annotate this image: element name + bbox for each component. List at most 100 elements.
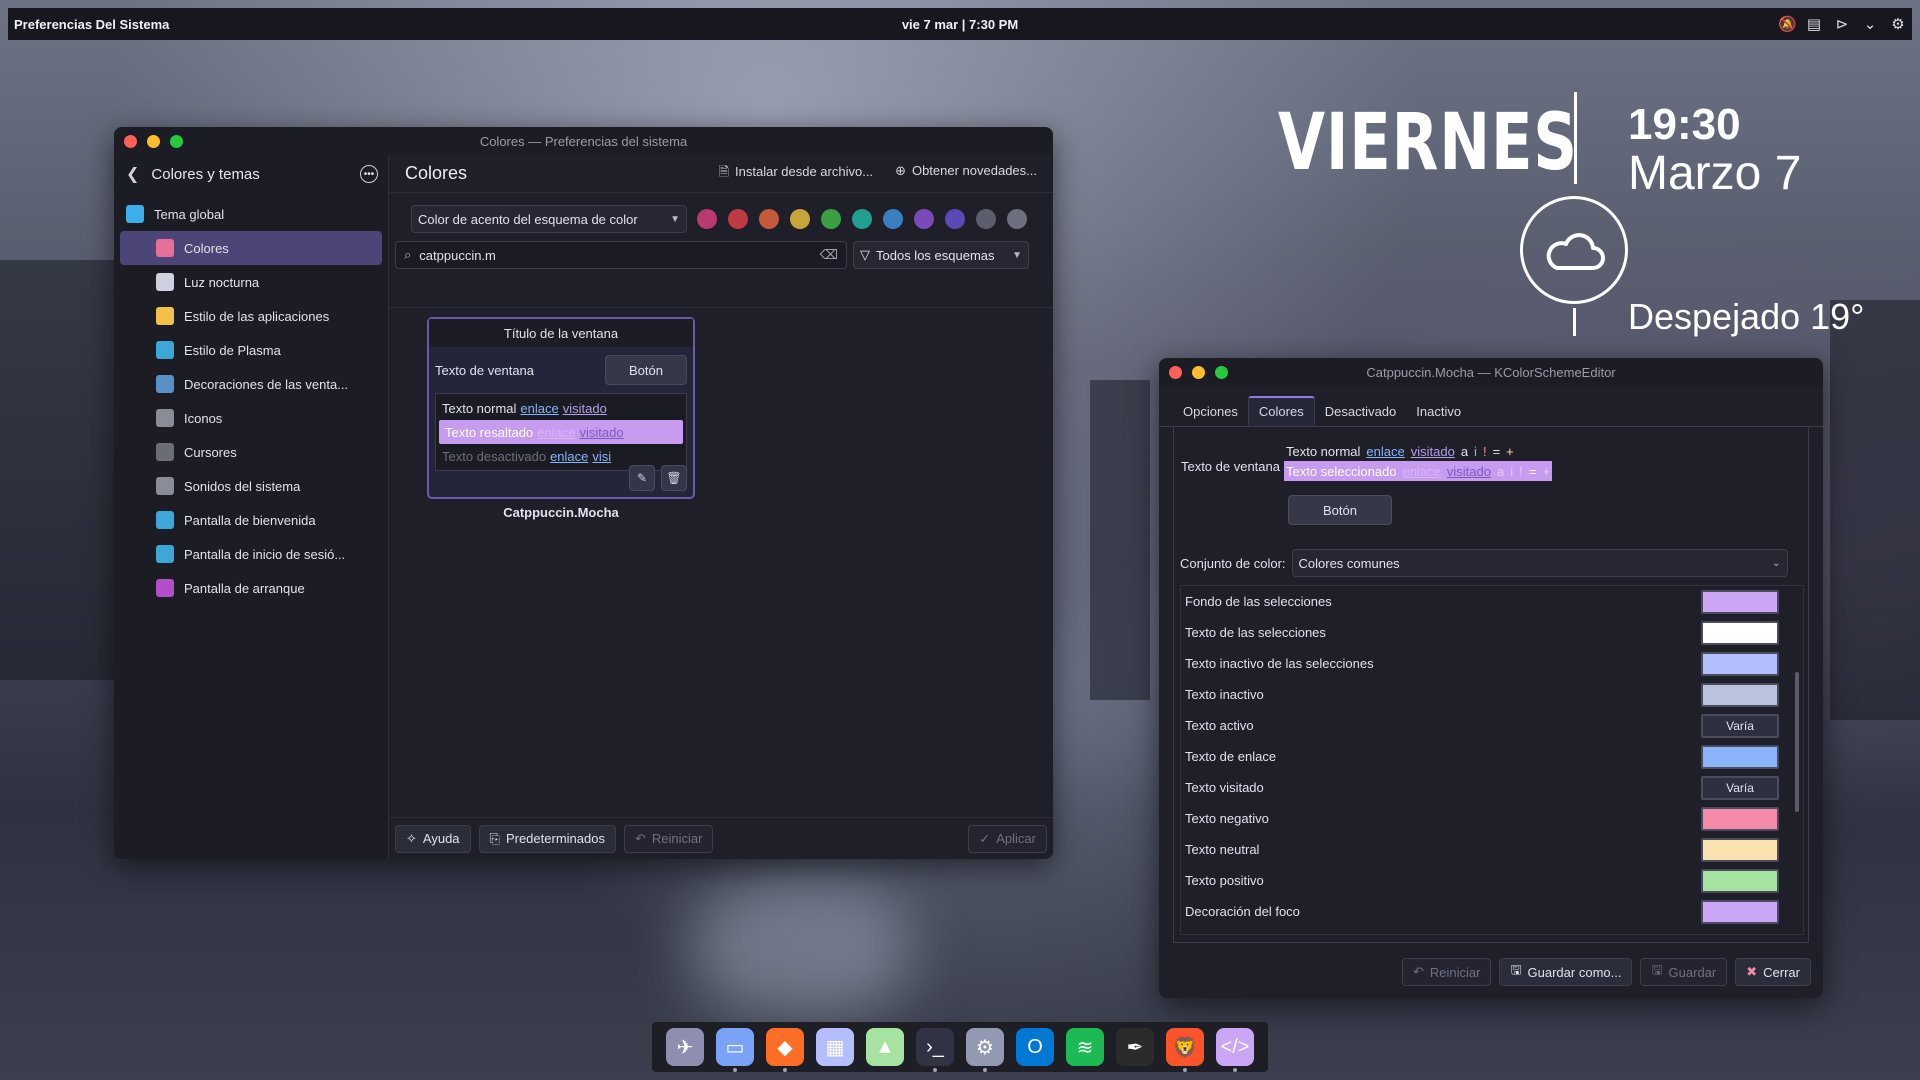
scrollbar[interactable] bbox=[1795, 672, 1799, 812]
sidebar-item[interactable]: Colores bbox=[120, 231, 382, 265]
reset-button[interactable]: ↶ Reiniciar bbox=[623, 824, 714, 853]
color-role-row: Texto de las selecciones bbox=[1181, 617, 1803, 648]
color-swatch-button[interactable] bbox=[1701, 620, 1779, 645]
code-editor-icon[interactable]: </> bbox=[1216, 1028, 1254, 1072]
back-arrow-icon[interactable]: ❮ bbox=[126, 164, 139, 184]
accent-swatch[interactable] bbox=[883, 209, 903, 229]
color-set-dropdown[interactable]: Colores comunes ⌄ bbox=[1291, 549, 1788, 577]
color-role-label: Texto activo bbox=[1185, 718, 1254, 733]
clipboard-icon[interactable]: ▤ bbox=[1806, 15, 1822, 33]
color-swatch-button[interactable] bbox=[1701, 806, 1779, 831]
accent-swatch[interactable] bbox=[759, 209, 779, 229]
settings-icon[interactable]: ⚙ bbox=[1890, 15, 1906, 33]
color-swatch-button[interactable] bbox=[1701, 899, 1779, 924]
color-swatch-button[interactable] bbox=[1701, 589, 1779, 614]
tab-0[interactable]: Opciones bbox=[1173, 396, 1248, 426]
file-manager-icon[interactable]: ▭ bbox=[716, 1028, 754, 1072]
glyph: = bbox=[1528, 463, 1537, 479]
close-window-button[interactable] bbox=[124, 135, 137, 148]
terminal-icon[interactable]: ›_ bbox=[916, 1028, 954, 1072]
color-swatch-button[interactable] bbox=[1701, 868, 1779, 893]
defaults-button[interactable]: ⎘ Predeterminados bbox=[478, 824, 616, 853]
window-titlebar[interactable]: Catppuccin.Mocha — KColorSchemeEditor bbox=[1159, 358, 1823, 386]
bell-slash-icon[interactable]: 🔕 bbox=[1778, 15, 1797, 33]
image-viewer-icon[interactable]: ▲ bbox=[866, 1028, 904, 1066]
sidebar-item[interactable]: Pantalla de inicio de sesió... bbox=[120, 537, 382, 571]
media-play-icon[interactable]: ⊳ bbox=[1834, 15, 1850, 33]
scheme-preview-card[interactable]: Título de la ventana Texto de ventana Bo… bbox=[427, 317, 695, 499]
system-settings-icon[interactable]: ⚙ bbox=[966, 1028, 1004, 1072]
color-role-label: Texto de enlace bbox=[1185, 749, 1277, 764]
accent-swatch[interactable] bbox=[914, 209, 934, 229]
sidebar-item-label: Pantalla de arranque bbox=[184, 580, 305, 596]
accent-color-dropdown[interactable]: Color de acento del esquema de color ▼ bbox=[411, 205, 687, 233]
chevron-down-icon: ▼ bbox=[1012, 249, 1022, 261]
spotify-icon[interactable]: ≋ bbox=[1066, 1028, 1104, 1066]
tab-3[interactable]: Inactivo bbox=[1406, 396, 1471, 426]
accent-swatch[interactable] bbox=[852, 209, 872, 229]
help-icon: ✧ bbox=[406, 830, 417, 846]
sidebar-item[interactable]: Luz nocturna bbox=[120, 265, 382, 299]
panel-clock[interactable]: vie 7 mar | 7:30 PM bbox=[8, 17, 1912, 32]
save-button[interactable]: 🖫 Guardar bbox=[1640, 958, 1728, 986]
scheme-filter-dropdown[interactable]: ▽ Todos los esquemas ▼ bbox=[853, 241, 1029, 269]
scheme-search-input[interactable]: ⌕ catppuccin.m ⌫ bbox=[395, 241, 847, 269]
sidebar-item[interactable]: Estilo de las aplicaciones bbox=[120, 299, 382, 333]
sidebar-item[interactable]: Pantalla de bienvenida bbox=[120, 503, 382, 537]
color-swatch-button[interactable] bbox=[1701, 651, 1779, 676]
sidebar-item[interactable]: Pantalla de arranque bbox=[120, 571, 382, 605]
more-options-icon[interactable]: ••• bbox=[360, 165, 378, 183]
accent-swatch[interactable] bbox=[790, 209, 810, 229]
sidebar-item[interactable]: Cursores bbox=[120, 435, 382, 469]
save-as-button[interactable]: 🖫 Guardar como... bbox=[1499, 958, 1633, 986]
color-swatch-button[interactable] bbox=[1701, 682, 1779, 707]
scheme-name: Catppuccin.Mocha bbox=[503, 505, 619, 520]
window-titlebar[interactable]: Colores — Preferencias del sistema bbox=[114, 127, 1053, 155]
maximize-window-button[interactable] bbox=[1215, 366, 1228, 379]
sidebar-item[interactable]: Estilo de Plasma bbox=[120, 333, 382, 367]
help-button[interactable]: ✧ Ayuda bbox=[395, 824, 471, 853]
sidebar-item[interactable]: Sonidos del sistema bbox=[120, 469, 382, 503]
maximize-window-button[interactable] bbox=[170, 135, 183, 148]
sidebar-item[interactable]: Decoraciones de las venta... bbox=[120, 367, 382, 401]
accent-swatch[interactable] bbox=[821, 209, 841, 229]
sidebar-item[interactable]: Tema global bbox=[120, 197, 382, 231]
get-new-button[interactable]: ⊕ Obtener novedades... bbox=[895, 163, 1037, 185]
minimize-window-button[interactable] bbox=[147, 135, 160, 148]
boot-screen-icon bbox=[156, 579, 174, 597]
glyph: + bbox=[1542, 463, 1550, 479]
color-swatch-button[interactable] bbox=[1701, 744, 1779, 769]
close-button[interactable]: ✖ Cerrar bbox=[1735, 958, 1811, 986]
apply-button[interactable]: ✓ Aplicar bbox=[968, 824, 1047, 853]
reset-button[interactable]: ↶ Reiniciar bbox=[1401, 958, 1492, 986]
install-from-file-button[interactable]: 🗎 Instalar desde archivo... bbox=[719, 163, 873, 185]
sidebar-item-label: Luz nocturna bbox=[184, 274, 260, 290]
preview-view: Texto normal enlace visitado Texto resal… bbox=[435, 393, 687, 471]
accent-swatch[interactable] bbox=[1007, 209, 1027, 229]
accent-swatch[interactable] bbox=[697, 209, 717, 229]
close-window-button[interactable] bbox=[1169, 366, 1182, 379]
brave-icon[interactable]: 🦁 bbox=[1166, 1028, 1204, 1072]
telegram-icon[interactable]: ✈ bbox=[666, 1028, 704, 1066]
accent-swatch[interactable] bbox=[945, 209, 965, 229]
chevron-down-icon[interactable]: ⌄ bbox=[1862, 15, 1878, 33]
outlook-icon[interactable]: O bbox=[1016, 1028, 1054, 1066]
accent-swatch[interactable] bbox=[976, 209, 996, 229]
tab-2[interactable]: Desactivado bbox=[1315, 396, 1407, 426]
color-swatch-button[interactable] bbox=[1701, 837, 1779, 862]
delete-scheme-icon[interactable]: 🗑 bbox=[661, 465, 687, 491]
accent-swatch[interactable] bbox=[728, 209, 748, 229]
inkscape-icon[interactable]: ✒ bbox=[1116, 1028, 1154, 1066]
gitlab-icon[interactable]: ◆ bbox=[766, 1028, 804, 1072]
minimize-window-button[interactable] bbox=[1192, 366, 1205, 379]
tab-1[interactable]: Colores bbox=[1247, 396, 1315, 426]
color-swatch-button[interactable]: Varía bbox=[1701, 775, 1779, 800]
dock: ✈ ▭ ◆ ▦ ▲ ›_ ⚙ O ≋ ✒ 🦁 </> bbox=[652, 1022, 1268, 1072]
edit-scheme-icon[interactable]: ✎ bbox=[629, 465, 655, 491]
color-role-row: Texto inactivo bbox=[1181, 679, 1803, 710]
color-swatch-button[interactable]: Varía bbox=[1701, 713, 1779, 738]
page-header: Colores 🗎 Instalar desde archivo... ⊕ Obte… bbox=[389, 155, 1053, 193]
sidebar-item[interactable]: Iconos bbox=[120, 401, 382, 435]
store-icon[interactable]: ▦ bbox=[816, 1028, 854, 1066]
clear-search-icon[interactable]: ⌫ bbox=[820, 247, 838, 263]
